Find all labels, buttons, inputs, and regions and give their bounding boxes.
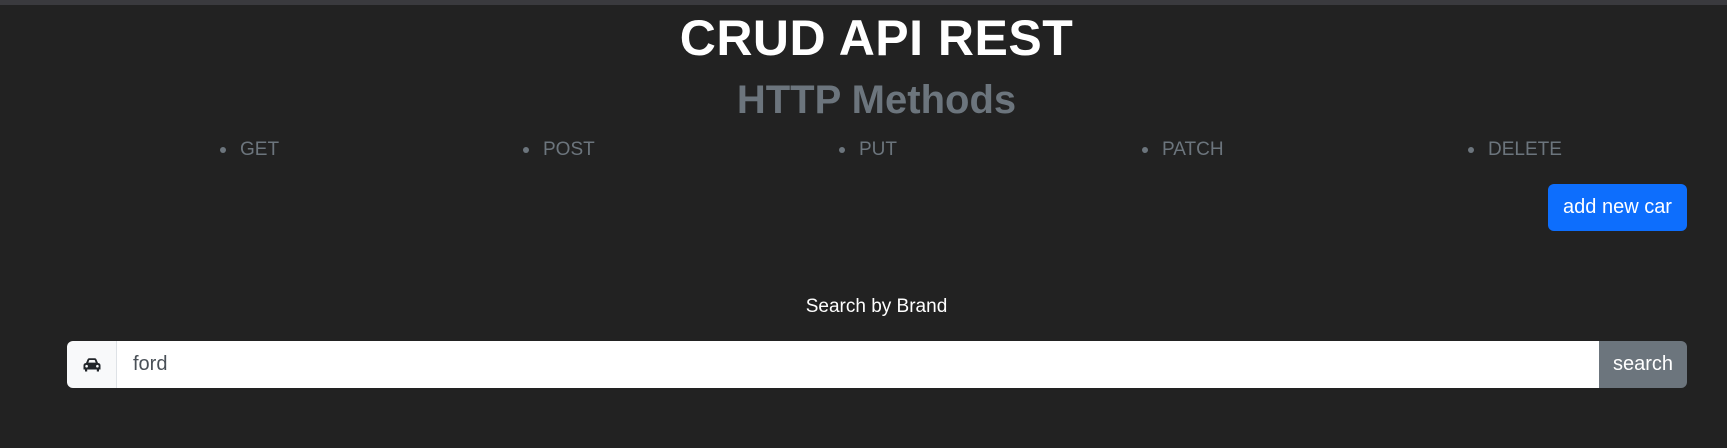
bullet-icon <box>839 147 845 153</box>
search-input[interactable] <box>117 341 1599 388</box>
method-label: DELETE <box>1488 139 1562 160</box>
bullet-icon <box>523 147 529 153</box>
add-new-car-button[interactable]: add new car <box>1548 184 1687 231</box>
bullet-icon <box>220 147 226 153</box>
search-input-group: search <box>67 341 1687 388</box>
method-label: PATCH <box>1162 139 1224 160</box>
method-label: GET <box>240 139 280 160</box>
car-icon-svg <box>83 357 100 371</box>
search-label: Search by Brand <box>805 296 948 317</box>
method-item-patch: PATCH <box>1142 138 1224 162</box>
page-title: CRUD API REST <box>679 10 1074 66</box>
method-item-delete: DELETE <box>1468 138 1562 162</box>
method-item-get: GET <box>220 138 280 162</box>
method-item-put: PUT <box>839 138 897 162</box>
bullet-icon <box>1142 147 1148 153</box>
method-label: PUT <box>859 139 897 160</box>
page: CRUD API REST HTTP Methods GET POST PUT … <box>0 0 1727 448</box>
bullet-icon <box>1468 147 1474 153</box>
page-subtitle: HTTP Methods <box>736 78 1017 122</box>
car-icon <box>67 341 117 388</box>
method-label: POST <box>543 139 595 160</box>
method-item-post: POST <box>523 138 595 162</box>
search-button[interactable]: search <box>1599 341 1687 388</box>
